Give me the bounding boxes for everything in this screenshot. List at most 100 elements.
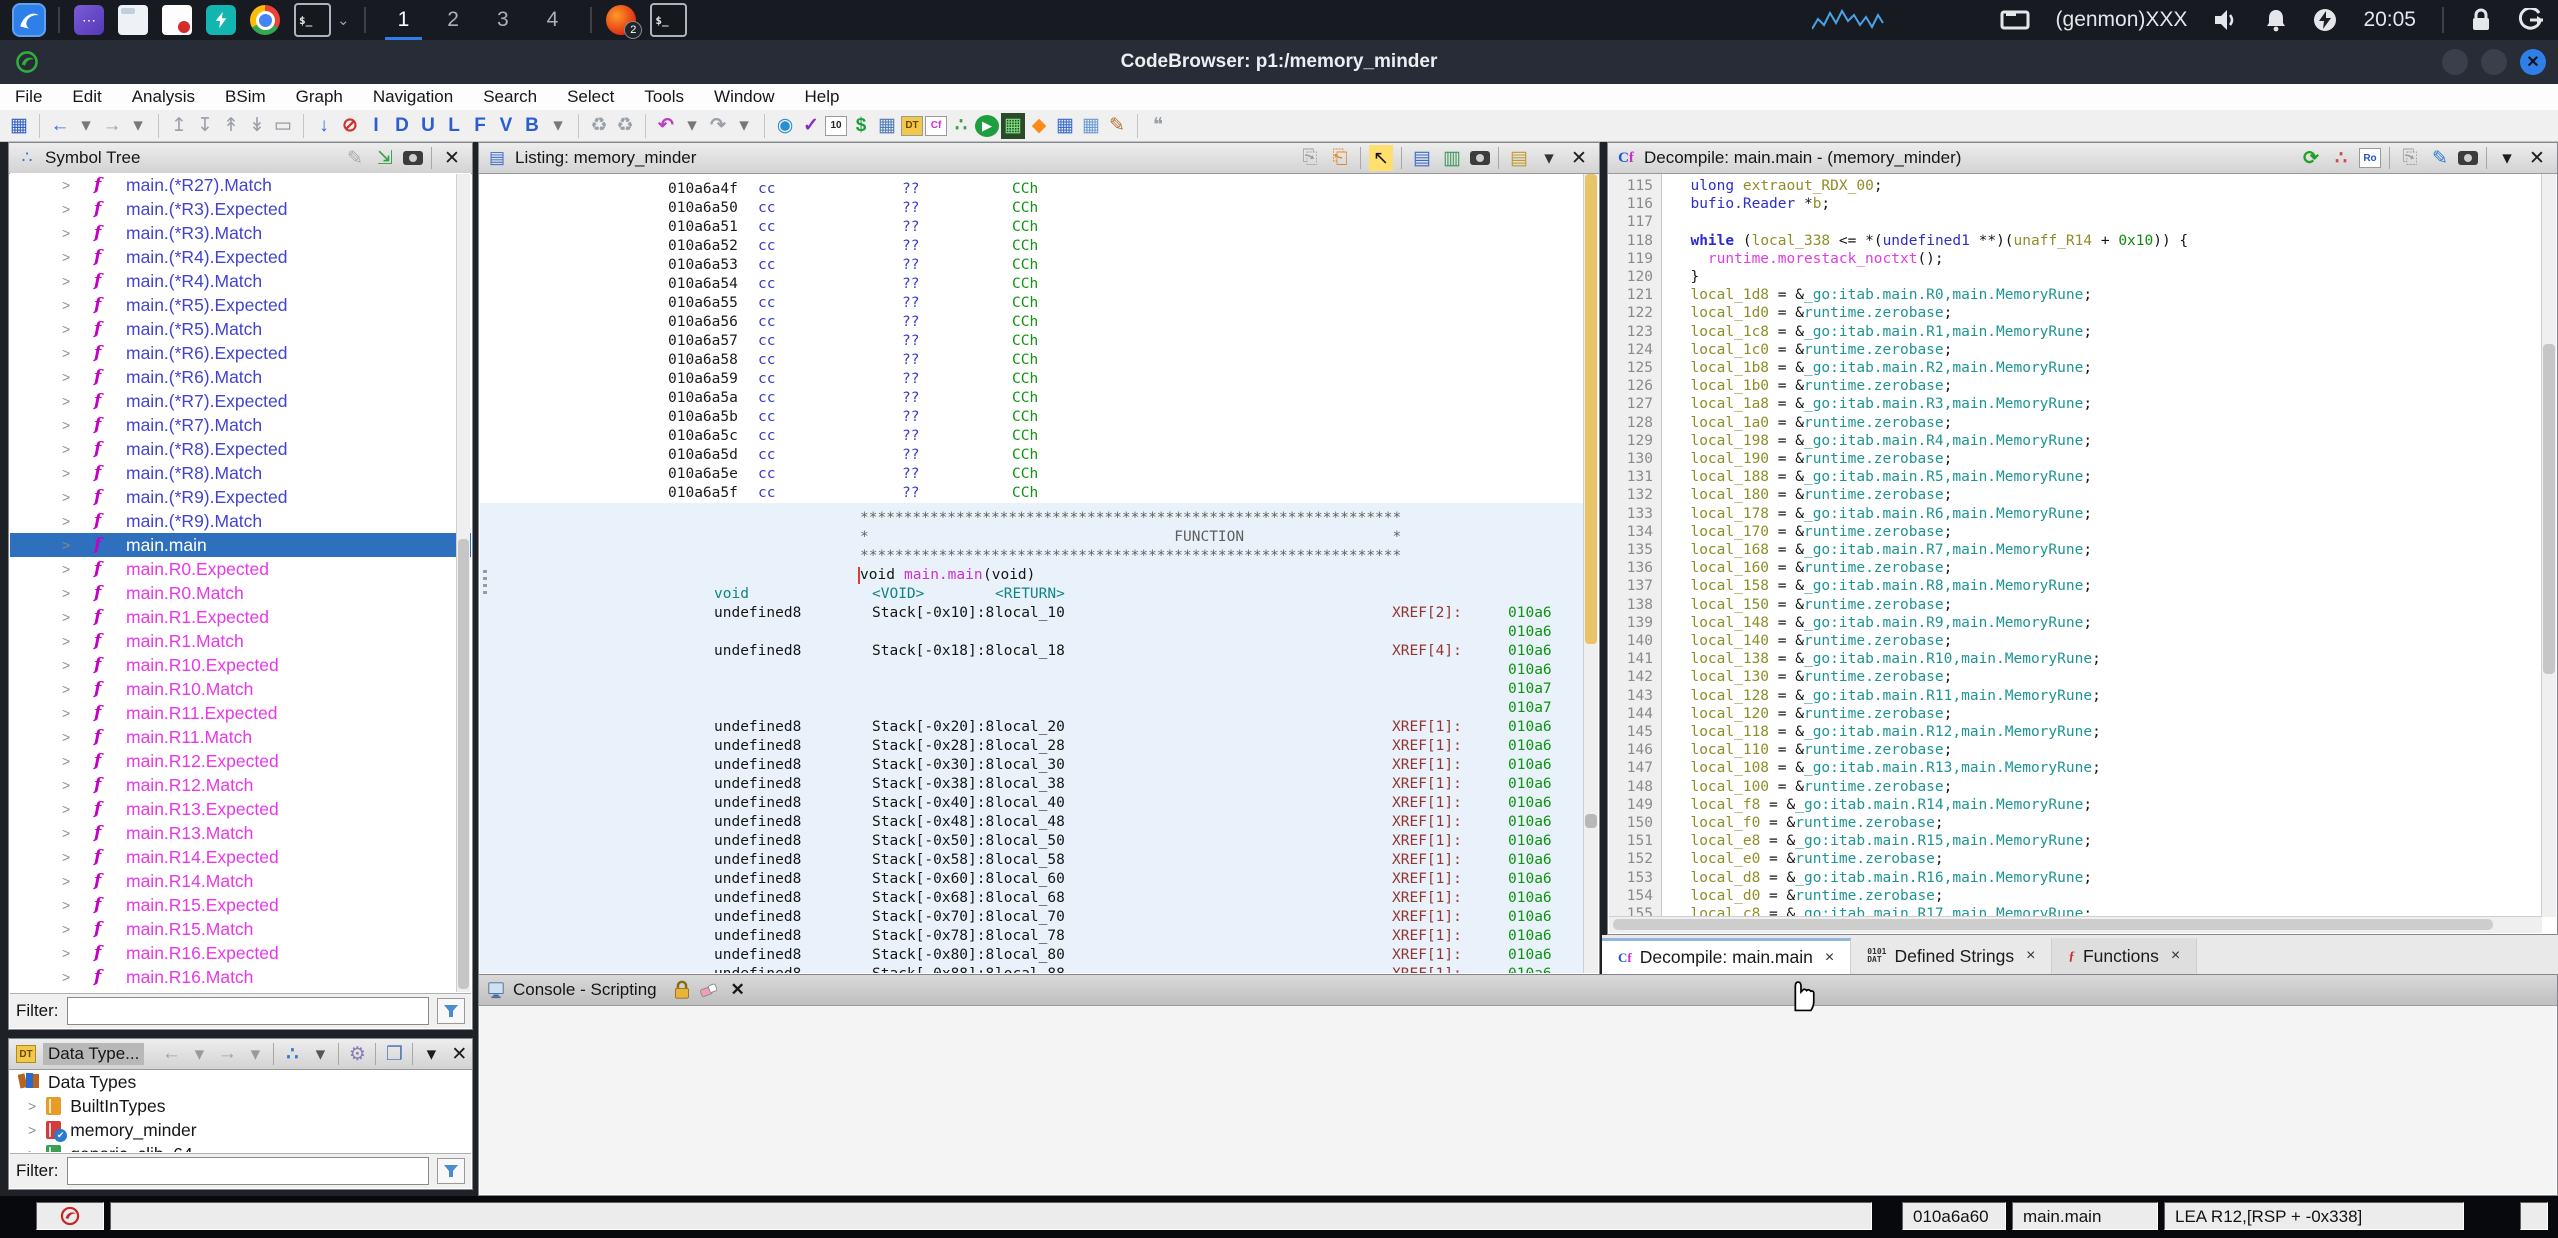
listing-row[interactable]: 010a6a5fcc??CCh [480,484,1584,503]
code-line[interactable]: 148 local_100 = &runtime.zerobase; [1609,778,2542,797]
back-dropdown-icon[interactable]: ▾ [74,113,98,139]
tree-item[interactable]: >fmain.(*R27).Match [10,173,471,197]
tree-item[interactable]: >fmain.R15.Expected [10,893,471,917]
code-line[interactable]: 152 local_e0 = &runtime.zerobase; [1609,850,2542,869]
code-line[interactable]: 117 [1609,213,2542,232]
ro-label[interactable]: Ro [2359,148,2381,168]
tree-item[interactable]: >fmain.(*R6).Match [10,365,471,389]
file-manager-icon[interactable] [118,5,148,35]
code-line[interactable]: 139 local_148 = &_go:itab.main.R9,main.M… [1609,614,2542,633]
xref-address[interactable]: 010a6 [1508,661,1552,680]
menu-window[interactable]: Window [699,87,789,107]
paste-icon[interactable]: ⎗ [1328,145,1352,171]
expand-chevron-icon[interactable]: > [62,945,70,961]
kali-menu-icon[interactable] [14,5,44,35]
tab-defined-strings[interactable]: 0101DATDefined Strings× [1851,938,2052,974]
tree-item[interactable]: >fmain.R16.Match [10,965,471,989]
tree-item[interactable]: >fmain.R11.Match [10,725,471,749]
terminal-dropdown-icon[interactable]: ⌄ [337,11,350,29]
listing-row[interactable]: 010a6a4fcc??CCh [480,180,1584,199]
logout-icon[interactable] [2518,8,2544,32]
byte-b-icon[interactable]: B [520,113,544,139]
format-dropdown-icon[interactable]: ▾ [1537,145,1561,171]
out-function-icon[interactable]: ↥ [167,113,191,139]
edit-pencil-icon[interactable]: ✎ [2428,145,2452,171]
menu-help[interactable]: Help [790,87,855,107]
blue-table-icon[interactable]: ▦ [1053,113,1077,139]
down-func-icon[interactable]: ↡ [245,113,269,139]
code-line[interactable]: 136 local_160 = &runtime.zerobase; [1609,559,2542,578]
datatypes-filter-input[interactable] [67,1157,430,1185]
datatype-archive-item[interactable]: >✔memory_minder [10,1118,471,1142]
binary-view-icon[interactable]: 10 [825,116,847,136]
cursor-arrow-icon[interactable]: ↖ [1369,145,1393,171]
camera-icon[interactable] [2457,147,2479,169]
forward-dropdown-icon[interactable]: ▾ [243,1041,267,1067]
currency-icon[interactable]: $ [849,113,873,139]
tree-item[interactable]: >fmain.(*R4).Match [10,269,471,293]
code-line[interactable]: 141 local_138 = &_go:itab.main.R10,main.… [1609,650,2542,669]
datatypes-root[interactable]: Data Types [10,1070,471,1094]
symbol-tree-header[interactable]: ∴ Symbol Tree ✎⇲✕ [9,143,472,174]
code-line[interactable]: 121 local_1d8 = &_go:itab.main.R0,main.M… [1609,286,2542,305]
code-line[interactable]: 128 local_1a0 = &runtime.zerobase; [1609,414,2542,433]
stack-variable-row[interactable]: undefined8Stack[-0x78]:8local_78XREF[1]:… [480,927,1584,946]
tree-item[interactable]: >fmain.(*R9).Expected [10,485,471,509]
save-icon[interactable]: ▦ [7,113,31,139]
listing-row[interactable]: 010a6a5ccc??CCh [480,427,1584,446]
listing-row[interactable]: 010a6a5ecc??CCh [480,465,1584,484]
listing-row[interactable]: 010a6a56cc??CCh [480,313,1584,332]
code-line[interactable]: 154 local_d0 = &runtime.zerobase; [1609,887,2542,906]
listing-row[interactable]: 010a6a5dcc??CCh [480,446,1584,465]
listing-scrollbar[interactable] [1583,174,1598,973]
expand-chevron-icon[interactable]: > [62,513,70,529]
copy-icon[interactable]: ⎘ [1298,145,1322,171]
stack-variable-row[interactable]: undefined8Stack[-0x80]:8local_80XREF[1]:… [480,946,1584,965]
up-icon[interactable]: ↟ [219,113,243,139]
tree-item[interactable]: >fmain.(*R5).Match [10,317,471,341]
tree-item[interactable]: >fmain.R13.Expected [10,797,471,821]
menu-dropdown-icon[interactable]: ▾ [2495,145,2519,171]
expand-chevron-icon[interactable]: > [62,657,70,673]
expand-chevron-icon[interactable]: > [62,249,70,265]
stack-variable-row[interactable]: undefined8Stack[-0x48]:8local_48XREF[1]:… [480,813,1584,832]
undo-dropdown-icon[interactable]: ▾ [680,113,704,139]
validate-icon[interactable]: ✓ [799,113,823,139]
stack-variable-row[interactable]: undefined8Stack[-0x30]:8local_30XREF[1]:… [480,756,1584,775]
tree-item[interactable]: >fmain.R15.Match [10,917,471,941]
expand-chevron-icon[interactable]: > [62,441,70,457]
power-manager-icon[interactable] [2313,8,2337,32]
menu-file[interactable]: File [0,87,57,107]
code-line[interactable]: 122 local_1d0 = &runtime.zerobase; [1609,304,2542,323]
chrome-icon[interactable] [250,5,280,35]
firefox-icon[interactable]: 2 [606,5,636,35]
tree-item[interactable]: >fmain.R13.Match [10,821,471,845]
code-line[interactable]: 132 local_180 = &runtime.zerobase; [1609,486,2542,505]
table-add-icon[interactable]: ▦ [1079,113,1103,139]
listing-row[interactable]: 010a6a51cc??CCh [480,218,1584,237]
xref-address[interactable]: 010a6 [1508,756,1552,775]
expand-chevron-icon[interactable]: > [28,1146,36,1152]
console-header[interactable]: Console - Scripting ✕ [479,975,2557,1006]
workspace-2[interactable]: 2 [441,6,465,34]
code-line[interactable]: 145 local_118 = &_go:itab.main.R12,main.… [1609,723,2542,742]
datatype-archive-item[interactable]: >BuiltInTypes [10,1094,471,1118]
brush-icon[interactable]: ✎ [1105,113,1129,139]
stack-variable-row[interactable]: undefined8Stack[-0x60]:8local_60XREF[1]:… [480,870,1584,889]
go-to-symbol-icon[interactable]: ⇲ [373,145,397,171]
expand-chevron-icon[interactable]: > [62,825,70,841]
listing-row[interactable]: 010a6a54cc??CCh [480,275,1584,294]
back-icon[interactable]: ← [48,113,72,139]
code-line[interactable]: 143 local_128 = &_go:itab.main.R11,main.… [1609,687,2542,706]
datatype-icon[interactable]: DT [901,116,923,136]
splitter-dots[interactable] [483,570,487,598]
decompile-hscrollbar[interactable] [1609,916,2542,933]
code-line[interactable]: 146 local_110 = &runtime.zerobase; [1609,741,2542,760]
edit-pencil-icon[interactable]: ✎ [343,145,367,171]
tree-item[interactable]: >fmain.(*R9).Match [10,509,471,533]
memory-chip-icon[interactable]: ▦ [1001,113,1025,139]
code-line[interactable]: 144 local_120 = &runtime.zerobase; [1609,705,2542,724]
expand-chevron-icon[interactable]: > [62,489,70,505]
menu-edit[interactable]: Edit [57,87,116,107]
camera-icon[interactable] [1469,147,1491,169]
